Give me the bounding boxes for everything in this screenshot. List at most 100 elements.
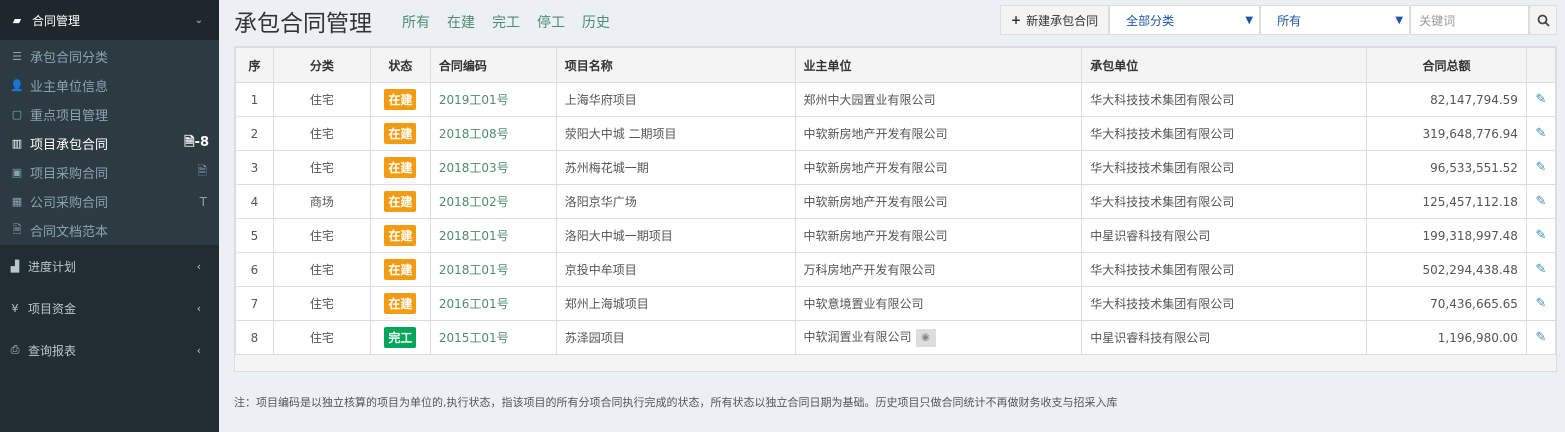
cell-contractor: 华大科技技术集团有限公司 bbox=[1081, 184, 1367, 219]
sidebar-item-label: 进度计划 bbox=[28, 259, 77, 274]
sidebar-item-contract-category[interactable]: ☰ 承包合同分类 bbox=[0, 42, 219, 71]
owner-name: 万科房地产开发有限公司 bbox=[803, 263, 936, 277]
edit-icon[interactable]: ✎ bbox=[1536, 330, 1547, 345]
sidebar-item-schedule[interactable]: ▟ 进度计划 ‹ bbox=[0, 245, 219, 287]
cell-project: 苏州梅花城一期 bbox=[555, 150, 796, 185]
chevron-left-icon: ‹ bbox=[196, 343, 201, 357]
file-icon: 🗎 bbox=[197, 164, 207, 178]
cell-no: 4 bbox=[235, 184, 274, 219]
sidebar: ▰ 合同管理 ⌄ ☰ 承包合同分类 👤 业主单位信息 ▢ 重点项目管理 ▥ 项目… bbox=[0, 0, 219, 432]
edit-icon[interactable]: ✎ bbox=[1536, 228, 1547, 243]
status-filter-tabs: 所有 在建 完工 停工 历史 bbox=[402, 12, 610, 32]
owner-name: 中软新房地产开发有限公司 bbox=[803, 161, 948, 175]
submenu: ☰ 承包合同分类 👤 业主单位信息 ▢ 重点项目管理 ▥ 项目承包合同 🗎-8 … bbox=[0, 40, 219, 245]
cell-amount: 96,533,551.52 bbox=[1366, 150, 1527, 185]
cell-code[interactable]: 2018工01号 bbox=[429, 218, 557, 253]
table-row[interactable]: 6 住宅 在建 2018工01号 京投中牟项目 万科房地产开发有限公司 华大科技技术集团有限… bbox=[235, 252, 1557, 287]
cell-code[interactable]: 2018工03号 bbox=[429, 150, 557, 185]
sidebar-item-key-projects[interactable]: ▢ 重点项目管理 bbox=[0, 100, 219, 129]
cell-category: 住宅 bbox=[272, 150, 371, 185]
cell-status: 在建 bbox=[369, 286, 431, 321]
sidebar-item-project-contract[interactable]: ▥ 项目承包合同 🗎-8 bbox=[0, 129, 219, 158]
edit-icon[interactable]: ✎ bbox=[1536, 296, 1547, 311]
table-row[interactable]: 2 住宅 在建 2018工08号 荥阳大中城 二期项目 中软新房地产开发有限公司 华大科技技… bbox=[235, 116, 1557, 151]
col-contractor: 承包单位 bbox=[1081, 47, 1367, 83]
sidebar-item-project-purchase[interactable]: ▣ 项目采购合同 🗎 bbox=[0, 158, 219, 187]
col-category: 分类 bbox=[272, 47, 371, 83]
sidebar-item-reports[interactable]: ⎙ 查询报表 ‹ bbox=[0, 329, 219, 371]
footnote: 注：项目编码是以独立核算的项目为单位的,执行状态，指该项目的所有分项合同执行完成… bbox=[234, 396, 1118, 409]
cell-code[interactable]: 2018工01号 bbox=[429, 252, 557, 287]
cell-code[interactable]: 2015工01号 bbox=[429, 320, 557, 355]
cell-owner: 中软新房地产开发有限公司 bbox=[794, 150, 1083, 185]
cell-code[interactable]: 2016工01号 bbox=[429, 286, 557, 321]
filter-completed[interactable]: 完工 bbox=[492, 12, 520, 32]
filter-suspended[interactable]: 停工 bbox=[537, 12, 565, 32]
table-row[interactable]: 4 商场 在建 2018工02号 洛阳京华广场 中软新房地产开发有限公司 华大科技技术集团有… bbox=[235, 184, 1557, 219]
list-icon: ☰ bbox=[12, 50, 22, 63]
sidebar-item-company-purchase[interactable]: ▦ 公司采购合同 T bbox=[0, 187, 219, 216]
chevron-left-icon: ‹ bbox=[196, 301, 201, 315]
status-select[interactable]: 所有 ▼ bbox=[1260, 5, 1411, 35]
cell-status: 在建 bbox=[369, 218, 431, 253]
cell-contractor: 中星识睿科技有限公司 bbox=[1081, 218, 1367, 253]
cell-project: 上海华府项目 bbox=[555, 82, 796, 117]
table-row[interactable]: 7 住宅 在建 2016工01号 郑州上海城项目 中软意境置业有限公司 华大科技技术集团有限… bbox=[235, 286, 1557, 321]
edit-icon[interactable]: ✎ bbox=[1536, 194, 1547, 209]
cell-code[interactable]: 2019工01号 bbox=[429, 82, 557, 117]
status-badge: 在建 bbox=[384, 259, 417, 280]
cell-no: 5 bbox=[235, 218, 274, 253]
new-contract-button[interactable]: + 新建承包合同 bbox=[1000, 5, 1110, 35]
yen-icon: ¥ bbox=[11, 301, 19, 315]
cell-no: 8 bbox=[235, 320, 274, 355]
edit-icon[interactable]: ✎ bbox=[1536, 262, 1547, 277]
col-owner: 业主单位 bbox=[794, 47, 1083, 83]
square-icon: ▢ bbox=[11, 108, 23, 121]
sidebar-item-label: 项目承包合同 bbox=[30, 138, 109, 153]
page-title: 承包合同管理 bbox=[234, 11, 372, 37]
cell-project: 洛阳京华广场 bbox=[555, 184, 796, 219]
cell-status: 在建 bbox=[369, 184, 431, 219]
table-row[interactable]: 5 住宅 在建 2018工01号 洛阳大中城一期项目 中软新房地产开发有限公司 中星识睿科技… bbox=[235, 218, 1557, 253]
menu-label: 合同管理 bbox=[32, 13, 81, 28]
col-actions bbox=[1525, 47, 1557, 83]
cell-actions: ✎ bbox=[1525, 218, 1557, 253]
table-row[interactable]: 3 住宅 在建 2018工03号 苏州梅花城一期 中软新房地产开发有限公司 华大科技技术集团… bbox=[235, 150, 1557, 185]
cell-contractor: 华大科技技术集团有限公司 bbox=[1081, 150, 1367, 185]
filter-all[interactable]: 所有 bbox=[402, 12, 430, 32]
edit-icon[interactable]: ✎ bbox=[1536, 92, 1547, 107]
sidebar-item-owner-info[interactable]: 👤 业主单位信息 bbox=[0, 71, 219, 100]
search-placeholder: 关键词 bbox=[1419, 13, 1456, 28]
print-icon: ⎙ bbox=[10, 343, 20, 356]
cell-owner: 中软意境置业有限公司 bbox=[794, 286, 1083, 321]
cell-actions: ✎ bbox=[1525, 150, 1557, 185]
sidebar-item-label: 项目资金 bbox=[28, 301, 77, 316]
filter-in-progress[interactable]: 在建 bbox=[447, 12, 475, 32]
sidebar-item-label: 合同文档范本 bbox=[30, 225, 109, 240]
cell-no: 2 bbox=[235, 116, 274, 151]
contract-table: 序 分类 状态 合同编码 项目名称 业主单位 承包单位 合同总额 1 住宅 在建 20… bbox=[235, 47, 1557, 355]
cell-contractor: 华大科技技术集团有限公司 bbox=[1081, 82, 1367, 117]
filter-history[interactable]: 历史 bbox=[582, 12, 610, 32]
category-select[interactable]: 全部分类 ▼ bbox=[1109, 5, 1261, 35]
status-badge: 在建 bbox=[384, 123, 417, 144]
table-row[interactable]: 8 住宅 完工 2015工01号 苏泽园项目 中软润置业有限公司 ◉ 中星识睿科技有限公司 1,… bbox=[235, 320, 1557, 355]
rss-icon[interactable]: ◉ bbox=[915, 328, 936, 347]
edit-icon[interactable]: ✎ bbox=[1536, 160, 1547, 175]
edit-icon[interactable]: ✎ bbox=[1536, 126, 1547, 141]
search-input[interactable]: 关键词 bbox=[1410, 5, 1530, 35]
search-button[interactable] bbox=[1529, 5, 1558, 35]
table-row[interactable]: 1 住宅 在建 2019工01号 上海华府项目 郑州中大园置业有限公司 华大科技技术集团有限… bbox=[235, 82, 1557, 117]
sidebar-item-funds[interactable]: ¥ 项目资金 ‹ bbox=[0, 287, 219, 329]
menu-contract-management[interactable]: ▰ 合同管理 ⌄ bbox=[0, 0, 219, 40]
cell-project: 京投中牟项目 bbox=[555, 252, 796, 287]
cell-project: 洛阳大中城一期项目 bbox=[555, 218, 796, 253]
cell-amount: 1,196,980.00 bbox=[1366, 320, 1527, 355]
sidebar-item-document-template[interactable]: 🗎 合同文档范本 bbox=[0, 216, 219, 245]
cell-code[interactable]: 2018工08号 bbox=[429, 116, 557, 151]
file-word-icon: 🗎 bbox=[12, 223, 22, 236]
owner-name: 中软意境置业有限公司 bbox=[803, 297, 924, 311]
cell-actions: ✎ bbox=[1525, 252, 1557, 287]
cell-amount: 82,147,794.59 bbox=[1366, 82, 1527, 117]
cell-code[interactable]: 2018工02号 bbox=[429, 184, 557, 219]
